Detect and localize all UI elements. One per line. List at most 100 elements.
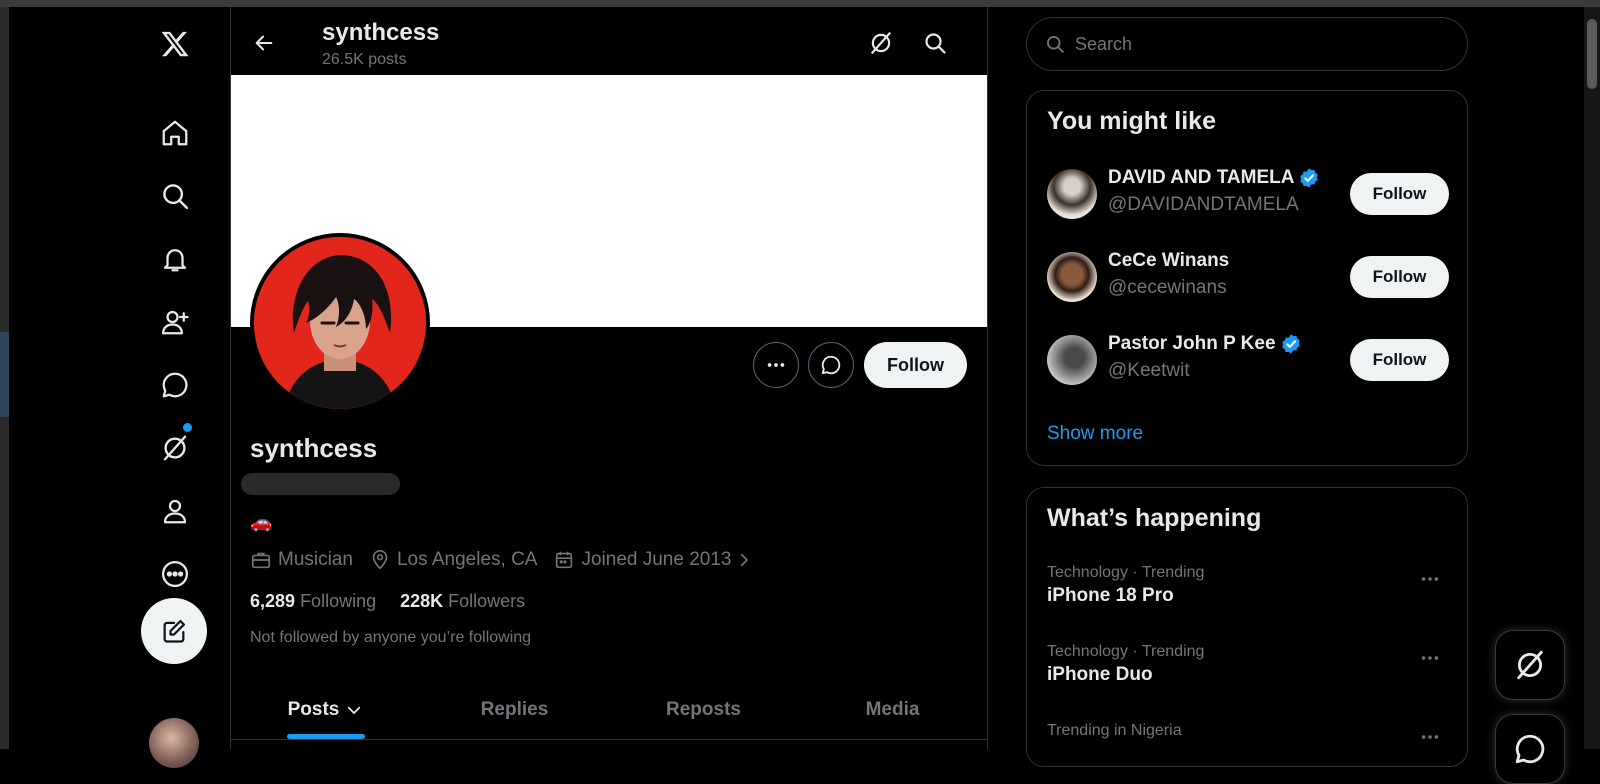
you-might-like-card: You might like DAVID AND TAMELA @DAVIDAN… [1026,90,1468,466]
tab-posts[interactable]: Posts [231,680,420,739]
suggestion-follow-button[interactable]: Follow [1350,173,1449,215]
profile-category: Musician [250,549,353,571]
compose-icon [163,619,186,643]
suggestion-follow-button[interactable]: Follow [1350,256,1449,298]
notifications-icon [163,249,187,272]
suggestion-name: DAVID AND TAMELA [1108,167,1320,189]
nav-follow[interactable] [140,298,210,346]
verified-badge-icon [1300,168,1319,188]
nav-profile[interactable] [140,487,210,535]
follow-icon [162,310,189,335]
trend-more-icon[interactable] [1419,726,1441,748]
following-label: Following [300,591,377,611]
suggestion-handle: @cecewinans [1108,277,1227,298]
trend-context: Trending in Nigeria [1047,722,1182,739]
suggestion-name-text: DAVID AND TAMELA [1108,167,1295,188]
grok-notification-dot [183,423,192,432]
suggestion-avatar [1047,335,1097,385]
profile-icon [163,499,187,524]
messages-icon [162,372,188,398]
following-count: 6,289 [250,591,296,611]
trend-more-icon[interactable] [1419,568,1441,590]
tab-replies-label: Replies [480,698,549,720]
profile-joined[interactable]: Joined June 2013 [553,549,759,571]
more-icon [162,561,188,587]
following-stat[interactable]: 6,289 Following [250,591,376,612]
header-title: synthcess [322,19,440,46]
profile-joined-text: Joined June 2013 [581,549,732,570]
compose-post-button[interactable] [141,598,207,664]
followers-stat[interactable]: 228K Followers [400,591,525,612]
nav-more[interactable] [140,550,210,598]
home-icon [162,120,188,146]
trend-title: iPhone 18 Pro [1047,585,1174,606]
chat-bubble-icon [821,355,841,375]
back-button[interactable] [248,27,280,59]
follow-button[interactable]: Follow [864,342,967,388]
suggestion-name-text: CeCe Winans [1108,250,1230,271]
search-box[interactable] [1026,17,1468,71]
header-posts-count: 26.5K posts [322,51,407,68]
location-icon [372,550,388,570]
grok-chat-button[interactable] [808,342,854,388]
tab-media-label: Media [865,698,920,720]
more-horizontal-icon [767,363,785,367]
not-followed-notice: Not followed by anyone you’re following [250,629,532,646]
nav-grok[interactable] [140,424,210,472]
browser-top-bar [0,0,1600,7]
profile-avatar[interactable] [250,233,430,413]
profile-category-text: Musician [278,549,353,570]
trend-context: Technology · Trending [1047,564,1205,581]
page-scrollbar[interactable] [1584,7,1600,749]
tab-reposts[interactable]: Reposts [609,680,798,739]
profile-avatar-illustration [254,237,426,409]
search-icon [925,33,946,54]
nav-notifications[interactable] [140,235,210,283]
suggestion-item[interactable]: Pastor John P Kee @Keetwit Follow [1047,333,1449,389]
account-avatar[interactable] [149,718,199,768]
profile-bio: 🚗 [250,512,273,532]
profile-tabs: Posts Replies Reposts Media [231,680,987,740]
suggestion-avatar [1047,169,1097,219]
messages-floating-button[interactable] [1495,714,1565,784]
trend-item[interactable]: Technology · Trending iPhone Duo [1047,643,1449,699]
profile-location-text: Los Angeles, CA [396,549,538,570]
briefcase-icon [251,552,271,569]
suggestion-follow-button[interactable]: Follow [1350,339,1449,381]
tab-media[interactable]: Media [798,680,987,739]
suggestion-handle: @Keetwit [1108,360,1190,381]
chevron-down-icon [348,706,361,714]
trend-item[interactable]: Technology · Trending iPhone 18 Pro [1047,564,1449,620]
show-more-link[interactable]: Show more [1047,423,1143,445]
search-icon [1047,36,1064,53]
suggestion-item[interactable]: CeCe Winans @cecewinans Follow [1047,250,1449,306]
messages-icon [1515,734,1545,764]
more-options-button[interactable] [753,342,799,388]
x-logo-icon [161,31,189,57]
suggestion-name: Pastor John P Kee [1108,333,1302,355]
search-icon [163,184,189,210]
header-search-button[interactable] [919,27,951,59]
suggestion-handle: @DAVIDANDTAMELA [1108,194,1299,215]
nav-home[interactable] [140,109,210,157]
suggestion-item[interactable]: DAVID AND TAMELA @DAVIDANDTAMELA Follow [1047,167,1449,223]
tab-reposts-label: Reposts [666,698,741,720]
trend-more-icon[interactable] [1419,647,1441,669]
column-divider-right [987,7,988,749]
search-input[interactable] [1075,33,1435,55]
grok-floating-button[interactable] [1495,630,1565,700]
suggestion-avatar [1047,252,1097,302]
scrollbar-thumb[interactable] [1587,19,1597,89]
back-arrow-icon [255,35,273,51]
nav-explore[interactable] [140,172,210,220]
whats-happening-card: What’s happening Technology · Trending i… [1026,487,1468,767]
verified-badge-icon [1281,334,1300,354]
tab-posts-label: Posts [287,698,340,720]
trend-item[interactable]: Trending in Nigeria [1047,722,1449,778]
x-logo[interactable] [140,20,210,68]
profile-handle-redacted [241,473,400,495]
suggestion-name: CeCe Winans [1108,250,1229,272]
tab-replies[interactable]: Replies [420,680,609,739]
header-grok-button[interactable] [865,27,897,59]
nav-messages[interactable] [140,361,210,409]
